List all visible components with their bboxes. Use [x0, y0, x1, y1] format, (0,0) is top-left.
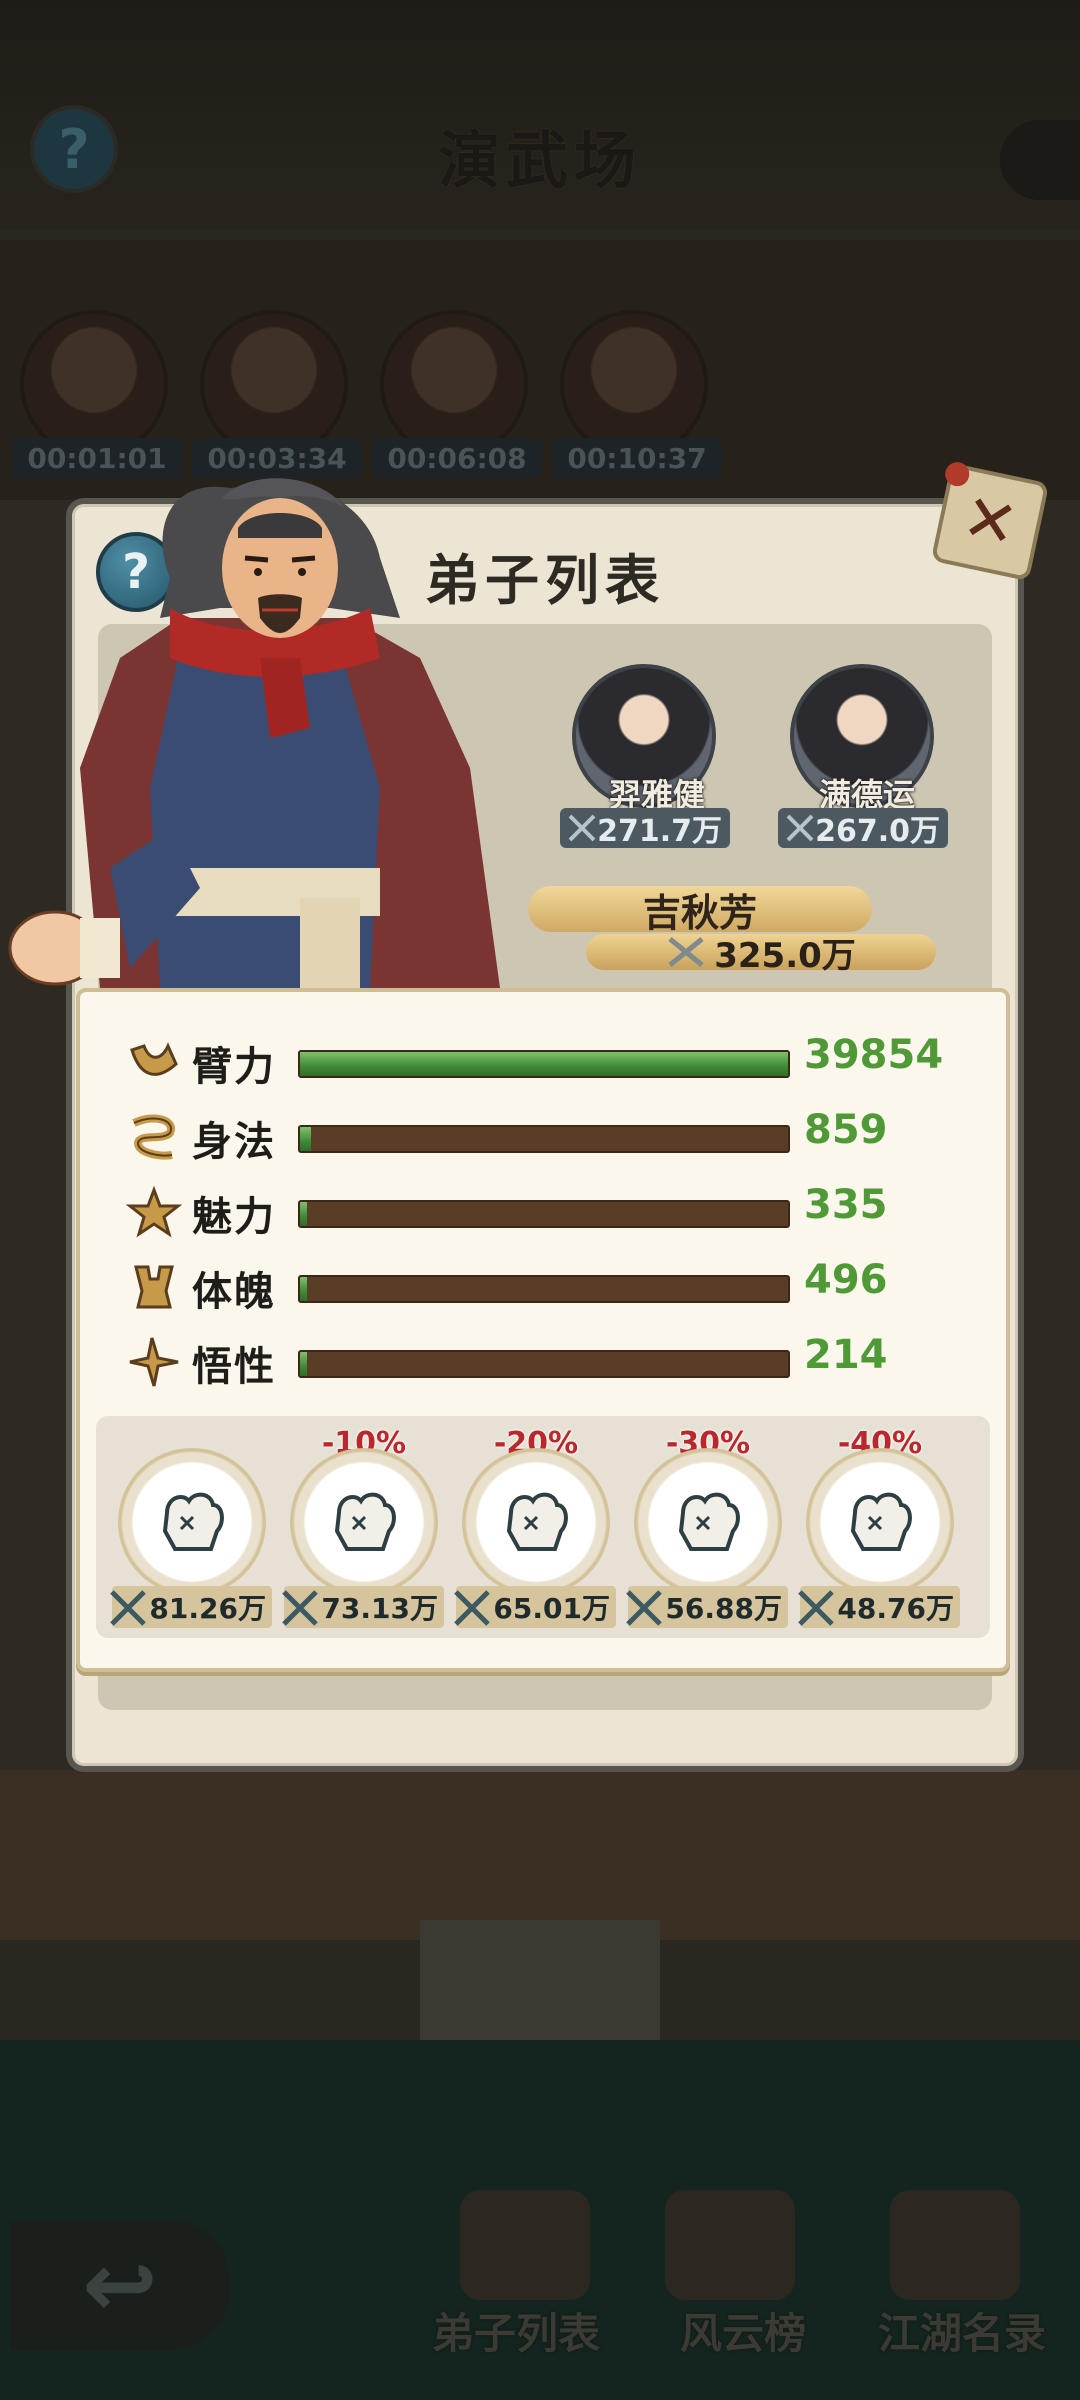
nav-ranking[interactable]: 风云榜	[680, 2300, 806, 2361]
queue-avatar[interactable]	[560, 310, 708, 458]
stat-bar-fill	[300, 1127, 311, 1151]
attributes-panel: 臂力 39854 身法 859 魅力 335 体魄 496 悟性 214 81.…	[76, 988, 1010, 1672]
disciple-list-nav-icon[interactable]	[460, 2190, 590, 2300]
stat-value: 214	[804, 1332, 888, 1378]
skill-slot[interactable]: -10% 73.13万	[282, 1426, 444, 1632]
stat-bar	[298, 1200, 790, 1228]
queue-avatar[interactable]	[20, 310, 168, 458]
stat-value: 335	[804, 1182, 888, 1228]
stat-label: 悟性	[192, 1344, 276, 1390]
close-button[interactable]: ✕	[930, 459, 1050, 582]
fist-icon	[506, 1492, 568, 1551]
stat-label: 魅力	[192, 1194, 276, 1240]
skill-slot[interactable]: -30% 56.88万	[626, 1426, 788, 1632]
constitution-icon	[134, 1265, 174, 1309]
ranking-nav-icon[interactable]	[665, 2190, 795, 2300]
stat-row-constitution: 体魄 496	[80, 1257, 1006, 1317]
stat-value: 39854	[804, 1032, 944, 1078]
back-button[interactable]: ↩	[10, 2220, 230, 2350]
queue-timer: 00:10:37	[552, 438, 722, 478]
crossed-swords-icon	[626, 1590, 662, 1626]
queue-avatar[interactable]	[380, 310, 528, 458]
selected-disciple-name: 吉秋芳	[528, 886, 872, 935]
stat-row-arm-strength: 臂力 39854	[80, 1032, 1006, 1092]
stat-bar-fill	[300, 1202, 308, 1226]
selected-disciple-power: 325.0万	[586, 934, 936, 976]
scene-menu-button[interactable]	[1000, 120, 1080, 200]
stat-row-charm: 魅力 335	[80, 1182, 1006, 1242]
close-icon: ✕	[956, 480, 1024, 564]
stat-bar	[298, 1350, 790, 1378]
stat-bar-fill	[300, 1277, 308, 1301]
stat-bar	[298, 1275, 790, 1303]
nav-disciple-list[interactable]: 弟子列表	[432, 2300, 600, 2361]
insight-icon	[129, 1337, 179, 1387]
disciple-power: 271.7万	[560, 808, 730, 849]
crossed-swords-icon	[786, 814, 814, 842]
platform	[0, 1770, 1080, 1940]
fist-icon	[334, 1492, 396, 1551]
scene-title: 演武场	[437, 124, 642, 197]
stat-bar-fill	[300, 1352, 308, 1376]
stat-bar	[298, 1125, 790, 1153]
stat-label: 体魄	[192, 1269, 276, 1315]
stat-row-agility: 身法 859	[80, 1107, 1006, 1167]
stat-value: 496	[804, 1257, 888, 1303]
crossed-swords-icon	[798, 1590, 834, 1626]
skill-slot[interactable]: -40% 48.76万	[798, 1426, 960, 1632]
arm-strength-icon	[130, 1042, 178, 1076]
skill-list: 81.26万 -10% 73.13万 -20% 65.01万 -30% 56.8…	[96, 1416, 990, 1638]
crossed-swords-icon	[282, 1590, 318, 1626]
crossed-swords-icon	[110, 1590, 146, 1626]
skill-power: 48.76万	[798, 1586, 960, 1628]
queue-avatar[interactable]	[200, 310, 348, 458]
skill-power: 81.26万	[110, 1586, 272, 1628]
fist-icon	[850, 1492, 912, 1551]
stat-label: 臂力	[192, 1044, 276, 1090]
stat-label: 身法	[192, 1119, 276, 1165]
skill-power: 73.13万	[282, 1586, 444, 1628]
skill-power: 65.01万	[454, 1586, 616, 1628]
stat-bar-fill	[300, 1052, 788, 1076]
character-portrait	[8, 478, 500, 988]
agility-icon	[132, 1114, 175, 1160]
stat-row-insight: 悟性 214	[80, 1332, 1006, 1392]
nav-directory[interactable]: 江湖名录	[878, 2300, 1046, 2361]
stat-bar	[298, 1050, 790, 1078]
crossed-swords-icon	[668, 937, 704, 967]
skill-slot[interactable]: -20% 65.01万	[454, 1426, 616, 1632]
crossed-swords-icon	[454, 1590, 490, 1626]
skill-slot[interactable]: 81.26万	[110, 1426, 272, 1632]
fist-icon	[162, 1492, 224, 1551]
crossed-swords-icon	[568, 814, 596, 842]
charm-icon	[126, 1186, 182, 1238]
directory-nav-icon[interactable]	[890, 2190, 1020, 2300]
disciple-power: 267.0万	[778, 808, 948, 849]
stat-value: 859	[804, 1107, 888, 1153]
skill-power: 56.88万	[626, 1586, 788, 1628]
back-arrow-icon: ↩	[82, 2232, 158, 2338]
fist-icon	[678, 1492, 740, 1551]
